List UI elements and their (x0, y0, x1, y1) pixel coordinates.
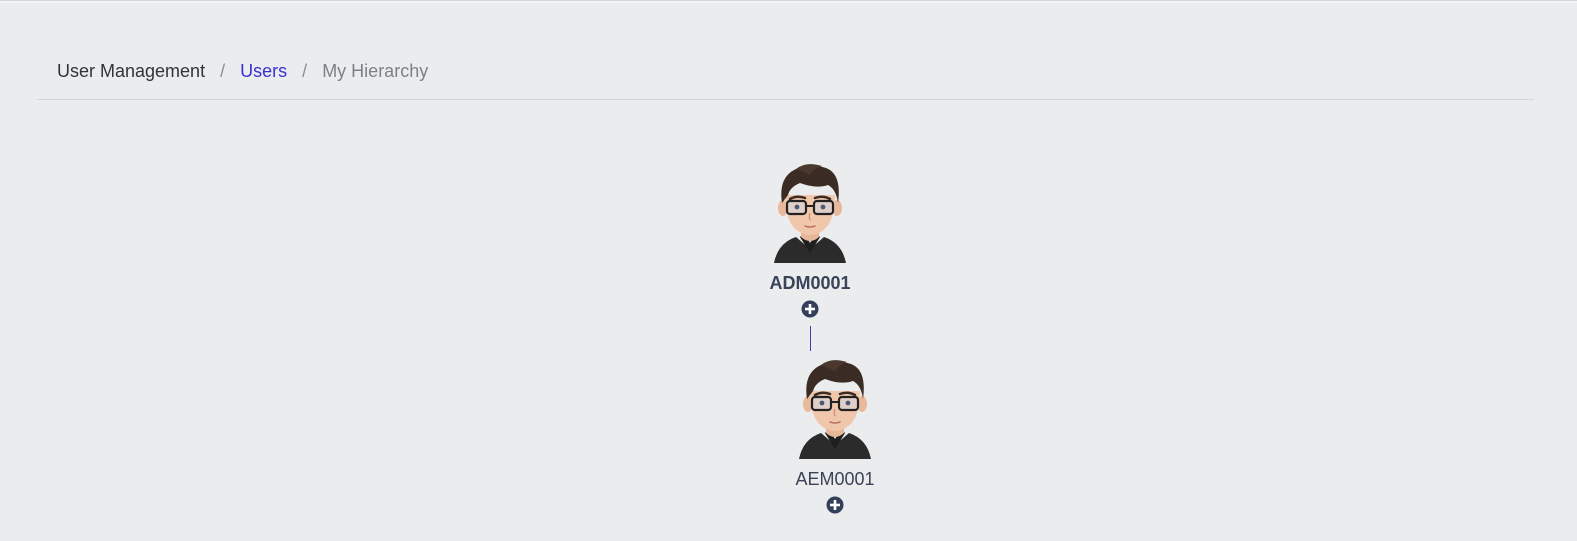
hierarchy-node-child: AEM0001 (765, 359, 905, 514)
plus-circle-icon[interactable] (801, 300, 819, 318)
hierarchy-connector-line (810, 326, 811, 351)
top-border (0, 0, 1577, 3)
breadcrumb: User Management / Users / My Hierarchy (57, 61, 428, 82)
header-divider (37, 99, 1534, 100)
breadcrumb-users-link[interactable]: Users (240, 61, 287, 82)
breadcrumb-my-hierarchy: My Hierarchy (322, 61, 429, 81)
plus-circle-icon[interactable] (826, 496, 844, 514)
node-user-id[interactable]: AEM0001 (765, 469, 905, 490)
breadcrumb-separator: / (302, 61, 308, 81)
user-avatar-icon[interactable] (770, 163, 850, 263)
hierarchy-node-root: ADM0001 (740, 163, 880, 318)
node-user-id[interactable]: ADM0001 (740, 273, 880, 294)
breadcrumb-separator: / (220, 61, 226, 81)
user-avatar-icon[interactable] (795, 359, 875, 459)
breadcrumb-user-management[interactable]: User Management (57, 61, 205, 82)
